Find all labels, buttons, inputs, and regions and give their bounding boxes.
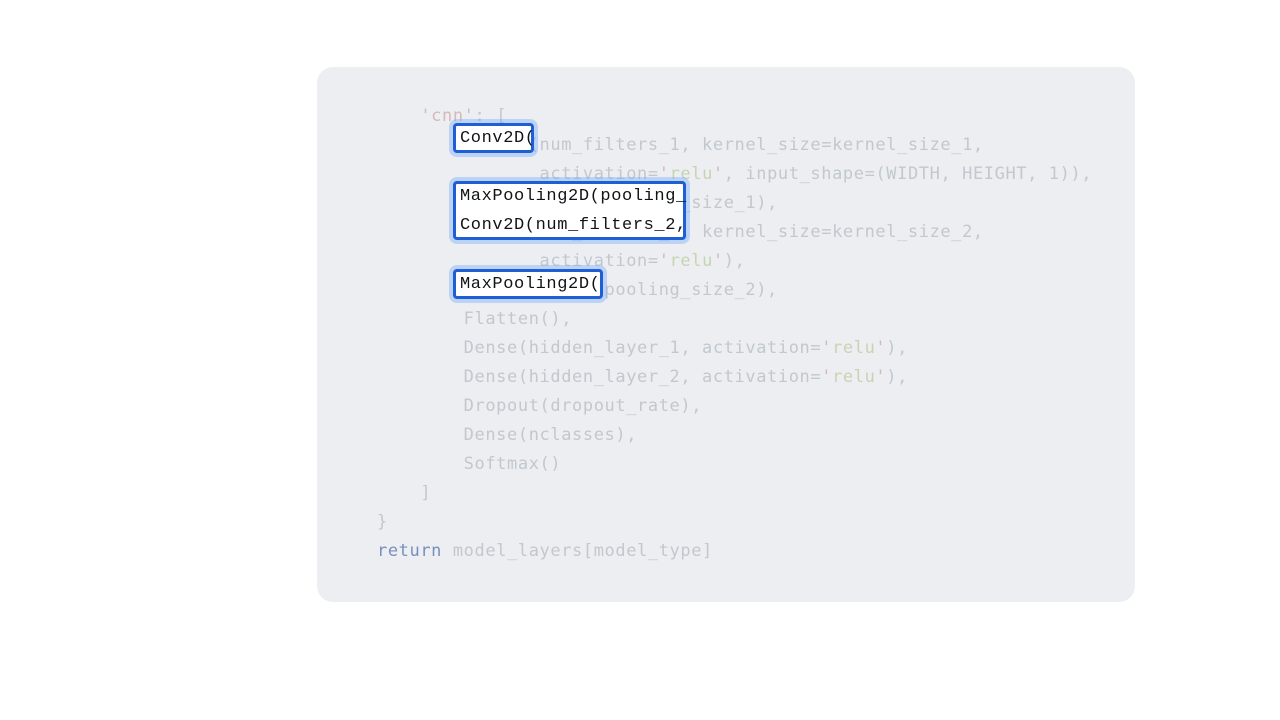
code-token: ' — [659, 251, 670, 271]
code-token: ' — [875, 338, 886, 358]
highlight-maxpool-2: MaxPooling2D( — [453, 269, 603, 299]
highlight-text: MaxPooling2D( — [460, 270, 596, 299]
highlight-text: MaxPooling2D(pooling_ — [460, 182, 679, 211]
code-token: ' — [713, 164, 724, 184]
code-token: ' — [821, 338, 832, 358]
highlight-text: Conv2D(num_filters_2, — [460, 211, 679, 240]
code-token: relu — [670, 251, 713, 271]
code-token: relu — [832, 338, 875, 358]
highlight-conv2d-1: Conv2D( — [453, 123, 534, 153]
code-token: ' — [713, 251, 724, 271]
code-card: 'cnn': [ Conv2D(num_filters_1, kernel_si… — [317, 67, 1135, 602]
code-token: ' — [875, 367, 886, 387]
code-block: 'cnn': [ Conv2D(num_filters_1, kernel_si… — [377, 102, 1135, 566]
highlight-text: Conv2D( — [460, 124, 527, 153]
highlight-maxpool-conv2d: MaxPooling2D(pooling_ Conv2D(num_filters… — [453, 181, 686, 240]
code-token: relu — [832, 367, 875, 387]
code-token: ' — [821, 367, 832, 387]
code-token: return — [377, 541, 442, 561]
